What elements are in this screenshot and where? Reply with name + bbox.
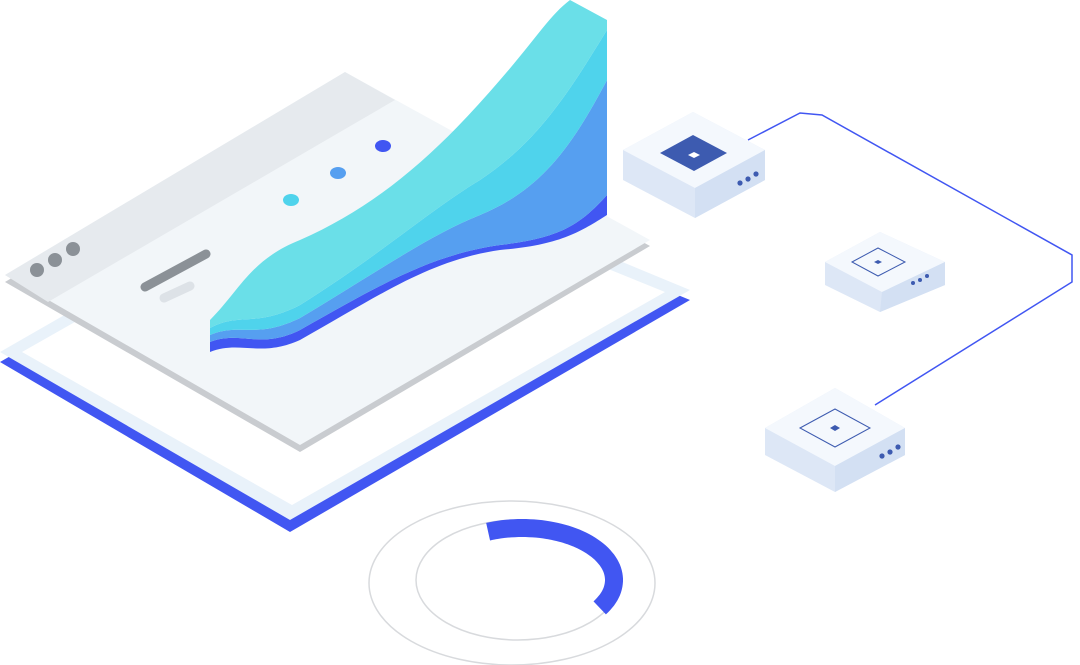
progress-ring	[368, 500, 656, 665]
server-node-medium[interactable]	[765, 388, 905, 492]
legend-dot-icon	[283, 194, 299, 206]
legend-dot-icon	[330, 167, 346, 179]
window-dot-icon[interactable]	[30, 263, 44, 277]
server-node-large[interactable]	[623, 112, 765, 218]
server-node-small[interactable]	[825, 232, 945, 312]
window-dot-icon[interactable]	[48, 253, 62, 267]
legend-dot-icon	[375, 140, 391, 152]
window-dot-icon[interactable]	[66, 242, 80, 256]
isometric-illustration	[0, 0, 1073, 665]
progress-arc	[486, 519, 623, 615]
